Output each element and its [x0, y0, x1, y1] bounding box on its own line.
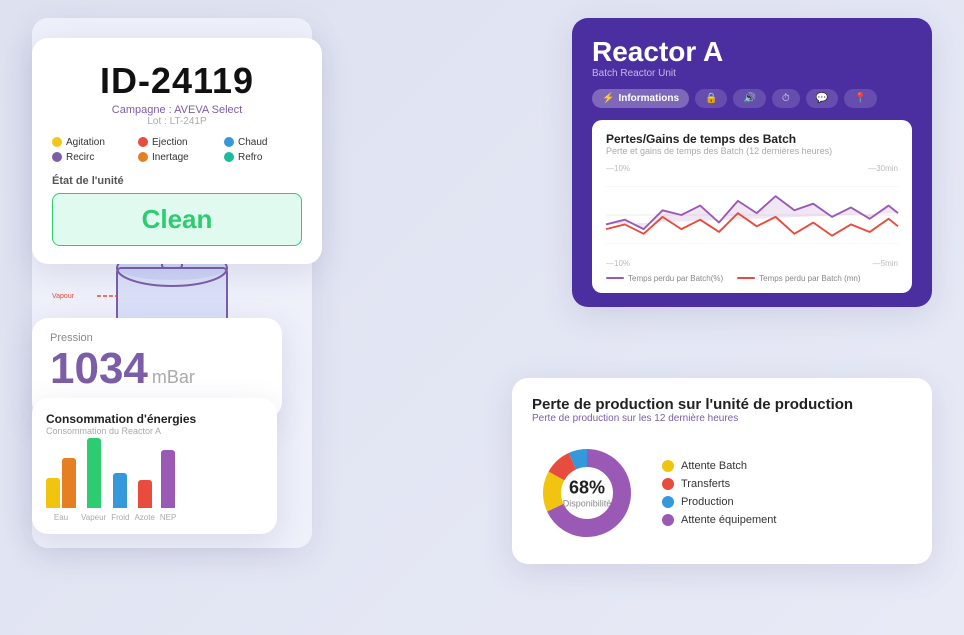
tab-lock[interactable]: 🔒: [695, 89, 727, 108]
reactor-a-tabs: ⚡ Informations 🔒 🔊 ⏱ 💬 📍: [592, 89, 912, 108]
id-card: ID-24119 Campagne : AVEVA Select Lot : L…: [32, 38, 322, 264]
tab-informations[interactable]: ⚡ Informations: [592, 89, 689, 108]
reactor-a-card: Reactor A Batch Reactor Unit ⚡ Informati…: [572, 18, 932, 307]
scene: ID-24119 Campagne : AVEVA Select Lot : L…: [32, 18, 932, 618]
bar-label-froid: Froid: [111, 513, 129, 522]
tag-dot-refro: [224, 152, 234, 162]
bar-nep: [161, 450, 175, 508]
tag-recirc: Recirc: [52, 152, 130, 163]
bar-group-azote: Azote: [134, 480, 154, 522]
etat-label: État de l'unité: [52, 175, 302, 187]
chart-legend: Temps perdu par Batch(%) Temps perdu par…: [606, 274, 898, 283]
dot-transferts: [662, 478, 674, 490]
dot-attente-batch: [662, 460, 674, 472]
bar-label-azote: Azote: [134, 513, 154, 522]
production-card: Perte de production sur l'unité de produ…: [512, 378, 932, 564]
bar-label-nep: NEP: [160, 513, 176, 522]
chart-axes-top: —10% —30min: [606, 164, 898, 173]
tag-refro: Refro: [224, 152, 302, 163]
tag-inertage: Inertage: [138, 152, 216, 163]
bar-azote: [138, 480, 152, 508]
production-title: Perte de production sur l'unité de produ…: [532, 396, 912, 413]
tags-grid: Agitation Ejection Chaud Recirc Inertage…: [52, 137, 302, 163]
production-legend: Attente Batch Transferts Production Atte…: [662, 460, 776, 526]
chart-axes-bottom: —10% —5min: [606, 259, 898, 268]
donut-percentage: 68%: [563, 477, 612, 498]
line-chart-area: [606, 175, 898, 255]
bar-eau-1: [46, 478, 60, 508]
bar-froid: [113, 473, 127, 508]
svg-text:Vapour: Vapour: [52, 293, 75, 300]
legend-item-mn: Temps perdu par Batch (mn): [737, 274, 860, 283]
pression-unit: mBar: [152, 367, 195, 388]
reactor-a-subtitle: Batch Reactor Unit: [592, 68, 912, 79]
bar-group-froid: Froid: [111, 473, 129, 522]
bar-group-nep: NEP: [160, 450, 176, 522]
tag-dot-inertage: [138, 152, 148, 162]
tag-dot-chaud: [224, 137, 234, 147]
legend-attente-equipement: Attente équipement: [662, 514, 776, 526]
tag-dot-agitation: [52, 137, 62, 147]
tag-agitation: Agitation: [52, 137, 130, 148]
legend-line-mn: [737, 277, 755, 279]
batch-chart-title: Pertes/Gains de temps des Batch: [606, 132, 898, 146]
bar-label-eau: Eau: [54, 513, 68, 522]
donut-label: Disponibilité: [563, 498, 612, 508]
donut-center: 68% Disponibilité: [563, 477, 612, 508]
legend-attente-batch: Attente Batch: [662, 460, 776, 472]
tag-ejection: Ejection: [138, 137, 216, 148]
lot: Lot : LT-241P: [52, 116, 302, 127]
bar-vapeur: [87, 438, 101, 508]
tab-timer[interactable]: ⏱: [772, 89, 800, 108]
energy-card: Consommation d'énergies Consommation du …: [32, 398, 277, 534]
reactor-a-title: Reactor A: [592, 36, 912, 68]
legend-production: Production: [662, 496, 776, 508]
bar-group-eau: Eau: [46, 458, 76, 522]
line-chart-svg: [606, 175, 898, 255]
dot-production: [662, 496, 674, 508]
production-content: 68% Disponibilité Attente Batch Transfer…: [532, 438, 912, 548]
donut-chart: 68% Disponibilité: [532, 438, 642, 548]
bar-label-vapeur: Vapeur: [81, 513, 106, 522]
bar-group-vapeur: Vapeur: [81, 438, 106, 522]
tag-dot-ejection: [138, 137, 148, 147]
bar-eau-2: [62, 458, 76, 508]
legend-item-pct: Temps perdu par Batch(%): [606, 274, 723, 283]
bar-chart: Eau Vapeur Froid Azote: [46, 444, 263, 524]
pression-label: Pression: [50, 332, 264, 344]
batch-chart-subtitle: Perte et gains de temps des Batch (12 de…: [606, 146, 898, 156]
energy-subtitle: Consommation du Reactor A: [46, 426, 263, 436]
tab-info-icon: ⚡: [602, 93, 614, 104]
energy-title: Consommation d'énergies: [46, 412, 263, 426]
id-number: ID-24119: [52, 60, 302, 102]
tab-sound[interactable]: 🔊: [733, 89, 765, 108]
campaign: Campagne : AVEVA Select: [52, 104, 302, 116]
pression-value: 1034 mBar: [50, 344, 264, 394]
dot-attente-equipement: [662, 514, 674, 526]
clean-badge: Clean: [52, 193, 302, 246]
batch-chart-card: Pertes/Gains de temps des Batch Perte et…: [592, 120, 912, 293]
tag-dot-recirc: [52, 152, 62, 162]
tag-chaud: Chaud: [224, 137, 302, 148]
tab-location[interactable]: 📍: [844, 89, 876, 108]
production-subtitle: Perte de production sur les 12 dernière …: [532, 413, 912, 424]
tab-chat[interactable]: 💬: [806, 89, 838, 108]
legend-transferts: Transferts: [662, 478, 776, 490]
legend-line-pct: [606, 277, 624, 279]
